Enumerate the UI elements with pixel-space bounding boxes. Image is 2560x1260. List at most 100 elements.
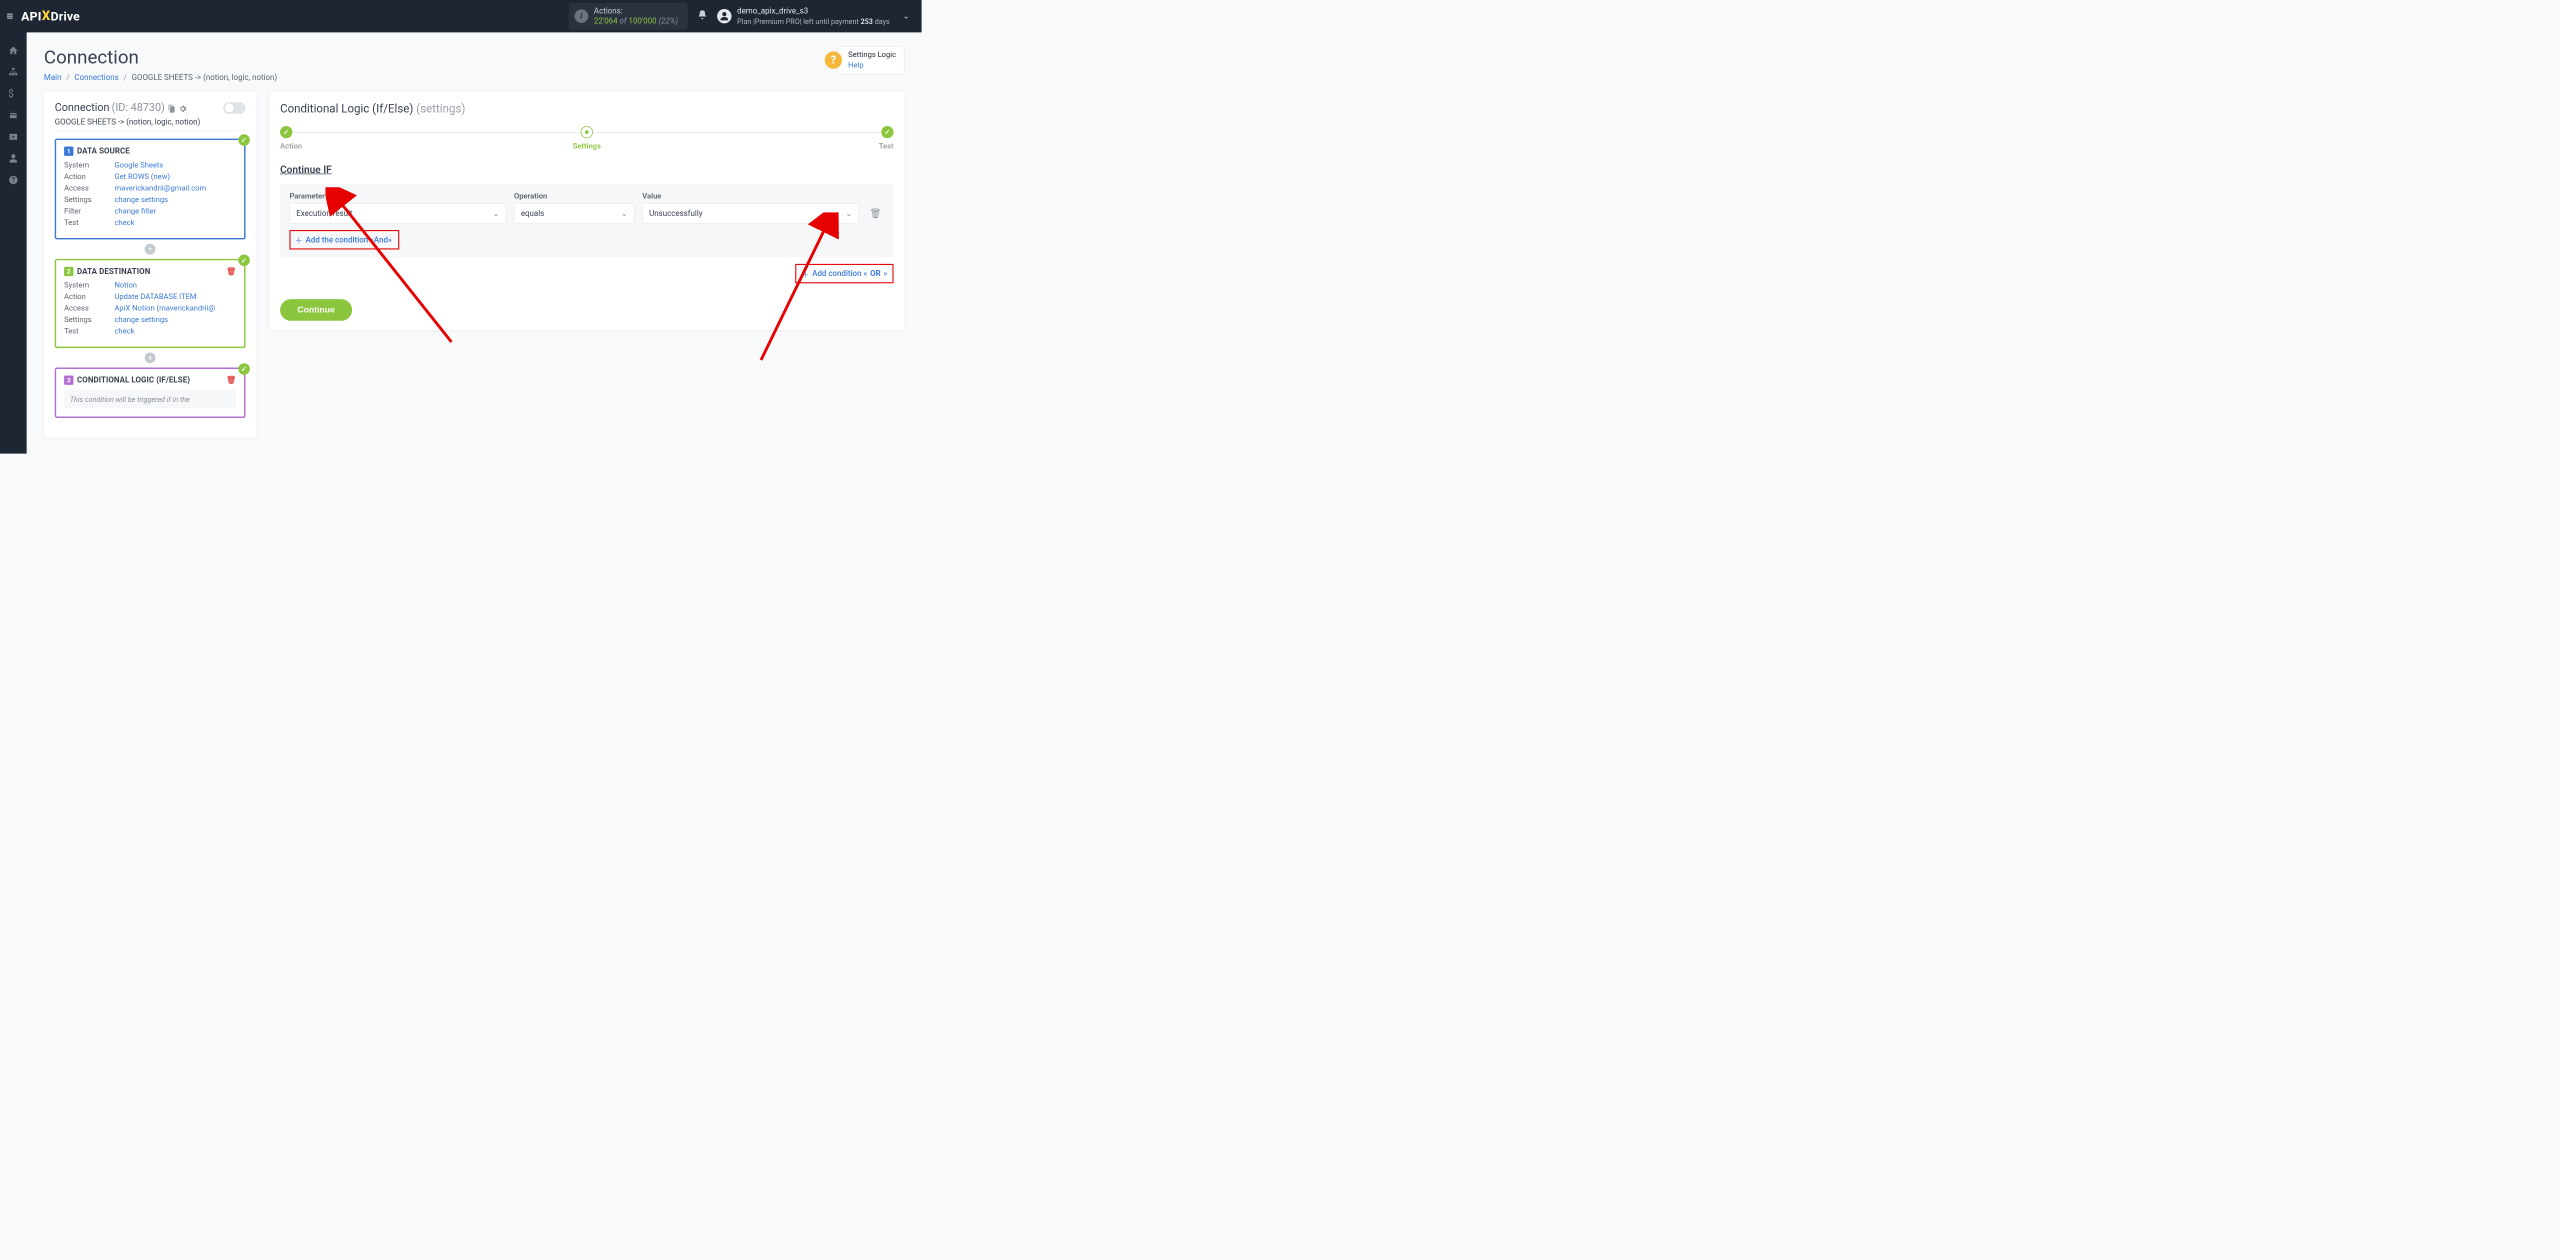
info-icon: i bbox=[574, 9, 588, 23]
settings-title: Conditional Logic (If/Else) bbox=[280, 102, 413, 116]
select-value[interactable]: Unsuccessfully ⌄ bbox=[642, 203, 859, 223]
actions-pct: (22%) bbox=[657, 17, 679, 26]
val-settings[interactable]: change settings bbox=[114, 195, 168, 204]
val-system[interactable]: Google Sheets bbox=[114, 161, 163, 170]
val-settings[interactable]: change settings bbox=[114, 316, 168, 325]
add-or-bold: OR bbox=[870, 269, 881, 278]
add-or-suffix: » bbox=[884, 269, 888, 278]
step-dot-action[interactable]: ✓ bbox=[280, 126, 292, 138]
add-and-button[interactable]: ＋ Add the condition «And» bbox=[289, 230, 399, 249]
lbl-system: System bbox=[64, 161, 107, 170]
trash-icon[interactable]: 🗑 bbox=[226, 376, 236, 385]
col-parameter: Parameter bbox=[289, 192, 506, 201]
actions-label: Actions: bbox=[594, 6, 678, 16]
chevron-down-icon: ⌄ bbox=[621, 209, 628, 218]
lbl-filter: Filter bbox=[64, 207, 107, 216]
sidebar-item-connections[interactable] bbox=[0, 61, 27, 83]
page-title: Connection bbox=[44, 46, 277, 68]
sidebar-item-account[interactable] bbox=[0, 148, 27, 170]
card-data-destination[interactable]: ✓ 2DATA DESTINATION🗑 SystemNotion Action… bbox=[55, 259, 246, 348]
menu-toggle-icon[interactable]: ≡ bbox=[6, 9, 13, 23]
conn-title: Connection bbox=[55, 102, 110, 115]
condition-block: Parameter Execution result⌄ Operation eq… bbox=[280, 184, 893, 257]
card-data-source[interactable]: ✓ 1DATA SOURCE SystemGoogle Sheets Actio… bbox=[55, 139, 246, 240]
settings-panel: Conditional Logic (If/Else) (settings) ✓… bbox=[269, 92, 904, 330]
sidebar-item-billing[interactable]: $ bbox=[0, 83, 27, 105]
connection-toggle[interactable] bbox=[223, 102, 245, 114]
add-step-button[interactable]: + bbox=[145, 352, 156, 363]
chevron-down-icon: ⌄ bbox=[845, 209, 852, 218]
lbl-access: Access bbox=[64, 184, 107, 193]
settings-subtitle: (settings) bbox=[416, 102, 465, 116]
conn-id: (ID: 48730) bbox=[112, 102, 165, 115]
topbar: ≡ APIXDrive i Actions: 22'064 of 100'000… bbox=[0, 0, 922, 32]
plan-suffix: days bbox=[873, 17, 890, 26]
sidebar-item-home[interactable] bbox=[0, 40, 27, 62]
section-continue-if: Continue IF bbox=[280, 163, 893, 175]
step-label-settings: Settings bbox=[573, 142, 601, 151]
logic-title: CONDITIONAL LOGIC (IF/ELSE) bbox=[77, 376, 190, 385]
stepper: ✓ Action Settings ✓ Test bbox=[280, 126, 893, 150]
val-action[interactable]: Update DATABASE ITEM bbox=[114, 293, 196, 302]
step-dot-test[interactable]: ✓ bbox=[881, 126, 893, 138]
sidebar-item-help[interactable] bbox=[0, 169, 27, 191]
copy-icon[interactable] bbox=[167, 103, 176, 112]
val-test[interactable]: check bbox=[114, 327, 134, 336]
plan-prefix: Plan |Premium PRO| left until payment bbox=[737, 17, 860, 26]
trash-icon[interactable]: 🗑 bbox=[226, 267, 236, 276]
logo[interactable]: APIXDrive bbox=[21, 9, 80, 24]
card-conditional-logic[interactable]: ✓ 3CONDITIONAL LOGIC (IF/ELSE)🗑 This con… bbox=[55, 368, 246, 418]
bell-icon[interactable] bbox=[697, 9, 708, 23]
operation-value: equals bbox=[521, 209, 544, 218]
sidebar: $ bbox=[0, 0, 27, 454]
add-or-button[interactable]: ＋ Add condition «OR» bbox=[795, 264, 893, 283]
breadcrumb-main[interactable]: Main bbox=[44, 73, 62, 82]
username: demo_apix_drive_s3 bbox=[737, 6, 890, 16]
actions-counter[interactable]: i Actions: 22'064 of 100'000 (22%) bbox=[569, 3, 688, 30]
breadcrumb-current: GOOGLE SHEETS -> (notion, logic, notion) bbox=[132, 73, 278, 82]
lbl-action: Action bbox=[64, 293, 107, 302]
source-title: DATA SOURCE bbox=[77, 147, 130, 156]
col-value: Value bbox=[642, 192, 859, 201]
chevron-down-icon[interactable]: ⌄ bbox=[903, 12, 910, 21]
lbl-test: Test bbox=[64, 327, 107, 336]
content: Connection Main / Connections / GOOGLE S… bbox=[27, 32, 922, 453]
select-parameter[interactable]: Execution result⌄ bbox=[289, 203, 506, 223]
help-icon: ? bbox=[825, 52, 842, 69]
add-and-label: Add the condition «And» bbox=[306, 235, 392, 244]
lbl-settings: Settings bbox=[64, 195, 107, 204]
breadcrumb: Main / Connections / GOOGLE SHEETS -> (n… bbox=[44, 73, 277, 82]
user-menu[interactable]: demo_apix_drive_s3 Plan |Premium PRO| le… bbox=[717, 6, 909, 26]
check-icon: ✓ bbox=[238, 255, 250, 267]
val-access[interactable]: maverickandrii@gmail.com bbox=[114, 184, 206, 193]
chevron-down-icon: ⌄ bbox=[493, 209, 500, 218]
lbl-access: Access bbox=[64, 304, 107, 313]
val-test[interactable]: check bbox=[114, 219, 134, 228]
gear-icon[interactable] bbox=[178, 103, 187, 112]
actions-of: of bbox=[618, 17, 629, 26]
check-icon: ✓ bbox=[238, 363, 250, 375]
lbl-test: Test bbox=[64, 219, 107, 228]
breadcrumb-connections[interactable]: Connections bbox=[74, 73, 118, 82]
sidebar-item-video[interactable] bbox=[0, 126, 27, 148]
step-label-test: Test bbox=[879, 142, 894, 151]
step-dot-settings[interactable] bbox=[581, 126, 593, 138]
help-link[interactable]: Help bbox=[848, 60, 896, 70]
help-widget[interactable]: ? Settings Logic Help bbox=[825, 46, 905, 74]
dest-title: DATA DESTINATION bbox=[77, 267, 150, 276]
val-filter[interactable]: change filter bbox=[114, 207, 156, 216]
val-action[interactable]: Get ROWS (new) bbox=[114, 172, 170, 181]
select-operation[interactable]: equals ⌄ bbox=[514, 203, 634, 223]
sidebar-item-tools[interactable] bbox=[0, 104, 27, 126]
actions-total: 100'000 bbox=[629, 17, 657, 26]
col-operation: Operation bbox=[514, 192, 634, 201]
lbl-action: Action bbox=[64, 172, 107, 181]
continue-button[interactable]: Continue bbox=[280, 299, 352, 321]
val-system[interactable]: Notion bbox=[114, 281, 137, 290]
delete-condition-icon[interactable]: 🗑 bbox=[867, 203, 884, 223]
value-value: Unsuccessfully bbox=[649, 209, 702, 218]
val-access[interactable]: ApiX Notion (maverickandrii@ bbox=[114, 304, 215, 313]
add-step-button[interactable]: + bbox=[145, 244, 156, 255]
connection-panel: Connection (ID: 48730) GOOGLE SHEETS -> … bbox=[44, 92, 256, 438]
step-label-action: Action bbox=[280, 142, 302, 151]
